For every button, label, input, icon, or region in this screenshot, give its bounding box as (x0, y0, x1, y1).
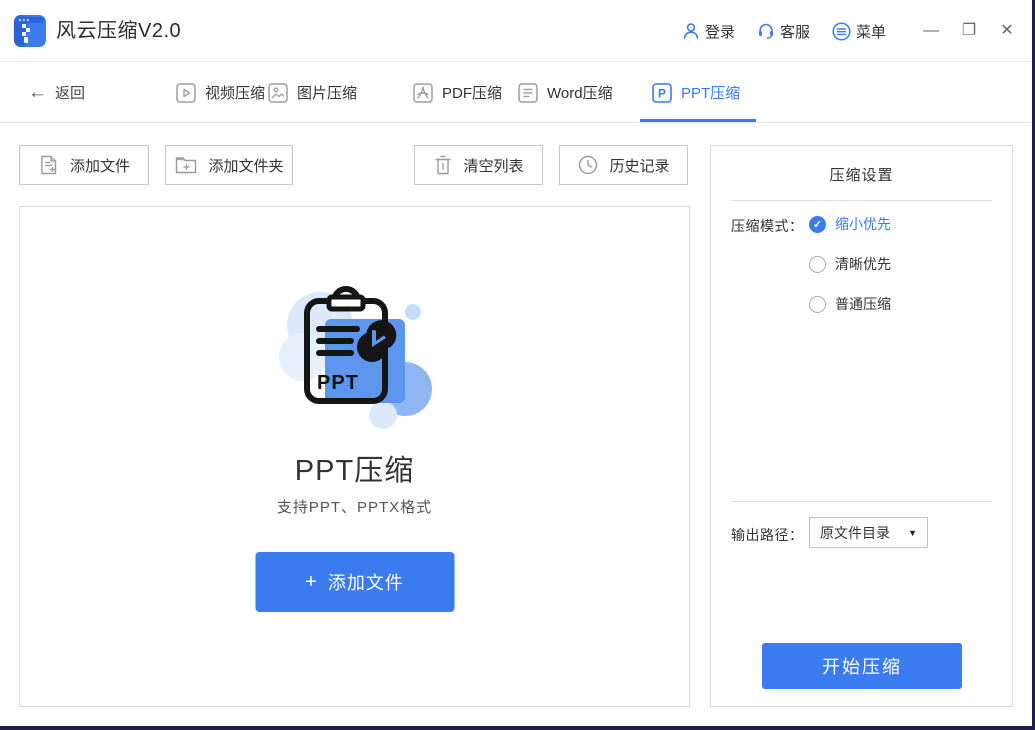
tab-label: PPT压缩 (681, 82, 740, 103)
pdf-tab-icon (413, 83, 433, 103)
dropdown-caret-icon: ▼ (908, 528, 917, 538)
menu-label: 菜单 (856, 21, 886, 42)
output-path-value: 原文件目录 (820, 523, 890, 543)
tab-word-compress[interactable]: Word压缩 (518, 62, 613, 123)
mode-label: 压缩模式： (731, 216, 804, 236)
tab-label: 视频压缩 (205, 82, 265, 103)
settings-title: 压缩设置 (711, 164, 1012, 185)
radio-unchecked-icon (809, 296, 826, 313)
tab-label: 图片压缩 (297, 82, 357, 103)
add-folder-button[interactable]: 添加文件夹 (165, 145, 293, 185)
history-label: 历史记录 (609, 155, 669, 176)
ppt-clipboard-illustration: PPT (245, 277, 465, 437)
back-button[interactable]: ← 返回 (28, 62, 85, 123)
add-folder-label: 添加文件夹 (208, 155, 283, 176)
output-path-label: 输出路径： (731, 525, 804, 545)
radio-normal-compress[interactable]: 普通压缩 (809, 294, 891, 314)
add-file-label: 添加文件 (70, 155, 130, 176)
app-window: 风云压缩V2.0 登录 客服 (0, 0, 1032, 726)
app-logo-icon (14, 15, 46, 47)
minimize-button[interactable]: — (922, 23, 940, 39)
back-arrow-icon: ← (28, 82, 47, 104)
tab-pdf-compress[interactable]: PDF压缩 (413, 62, 502, 123)
nav-bar: ← 返回 视频压缩 图片压缩 PDF压缩 (0, 62, 1032, 123)
radio-shrink-priority[interactable]: ✓ 缩小优先 (809, 214, 891, 234)
plus-icon: + (305, 571, 318, 594)
active-tab-indicator (640, 119, 756, 122)
svg-text:P: P (658, 86, 666, 100)
image-tab-icon (268, 83, 288, 103)
back-label: 返回 (55, 82, 85, 103)
tab-image-compress[interactable]: 图片压缩 (268, 62, 357, 123)
tab-label: PDF压缩 (442, 82, 502, 103)
start-compress-button[interactable]: 开始压缩 (762, 643, 962, 689)
radio-unchecked-icon (809, 256, 826, 273)
user-icon (682, 22, 700, 40)
dropzone-title: PPT压缩 (20, 447, 689, 489)
radio-label: 普通压缩 (835, 294, 891, 314)
close-button[interactable]: ✕ (998, 23, 1016, 39)
headset-icon (757, 22, 775, 40)
customer-service-button[interactable]: 客服 (757, 21, 810, 42)
menu-icon (832, 22, 851, 41)
clear-list-label: 清空列表 (463, 155, 523, 176)
add-file-primary-button[interactable]: + 添加文件 (255, 552, 454, 612)
tab-video-compress[interactable]: 视频压缩 (176, 62, 265, 123)
video-tab-icon (176, 83, 196, 103)
login-button[interactable]: 登录 (682, 21, 735, 42)
ppt-art-label: PPT (317, 372, 359, 394)
divider (731, 501, 992, 502)
customer-service-label: 客服 (780, 21, 810, 42)
maximize-button[interactable]: ❐ (960, 23, 978, 39)
dropzone-subtitle: 支持PPT、PPTX格式 (20, 496, 689, 517)
divider (731, 200, 992, 201)
add-file-icon (38, 154, 60, 176)
word-tab-icon (518, 83, 538, 103)
output-path-select[interactable]: 原文件目录 ▼ (809, 517, 928, 548)
radio-checked-icon: ✓ (809, 216, 826, 233)
settings-panel: 压缩设置 压缩模式： ✓ 缩小优先 清晰优先 普通压缩 输出路径： 原文件目录 … (710, 145, 1013, 707)
add-folder-icon (174, 154, 198, 176)
radio-clarity-priority[interactable]: 清晰优先 (809, 254, 891, 274)
add-file-primary-label: 添加文件 (328, 569, 404, 595)
ppt-tab-icon: P (652, 83, 672, 103)
file-drop-area[interactable]: PPT PPT压缩 支持PPT、PPTX格式 + 添加文件 (19, 206, 690, 707)
title-bar: 风云压缩V2.0 登录 客服 (0, 0, 1032, 62)
history-button[interactable]: 历史记录 (559, 145, 688, 185)
radio-label: 缩小优先 (835, 214, 891, 234)
trash-icon (433, 154, 453, 176)
add-file-button[interactable]: 添加文件 (19, 145, 149, 185)
login-label: 登录 (705, 21, 735, 42)
menu-button[interactable]: 菜单 (832, 21, 886, 42)
app-title: 风云压缩V2.0 (56, 0, 181, 62)
clock-icon (577, 154, 599, 176)
clear-list-button[interactable]: 清空列表 (414, 145, 543, 185)
radio-label: 清晰优先 (835, 254, 891, 274)
tab-ppt-compress[interactable]: P PPT压缩 (652, 62, 740, 123)
tab-label: Word压缩 (547, 82, 613, 103)
